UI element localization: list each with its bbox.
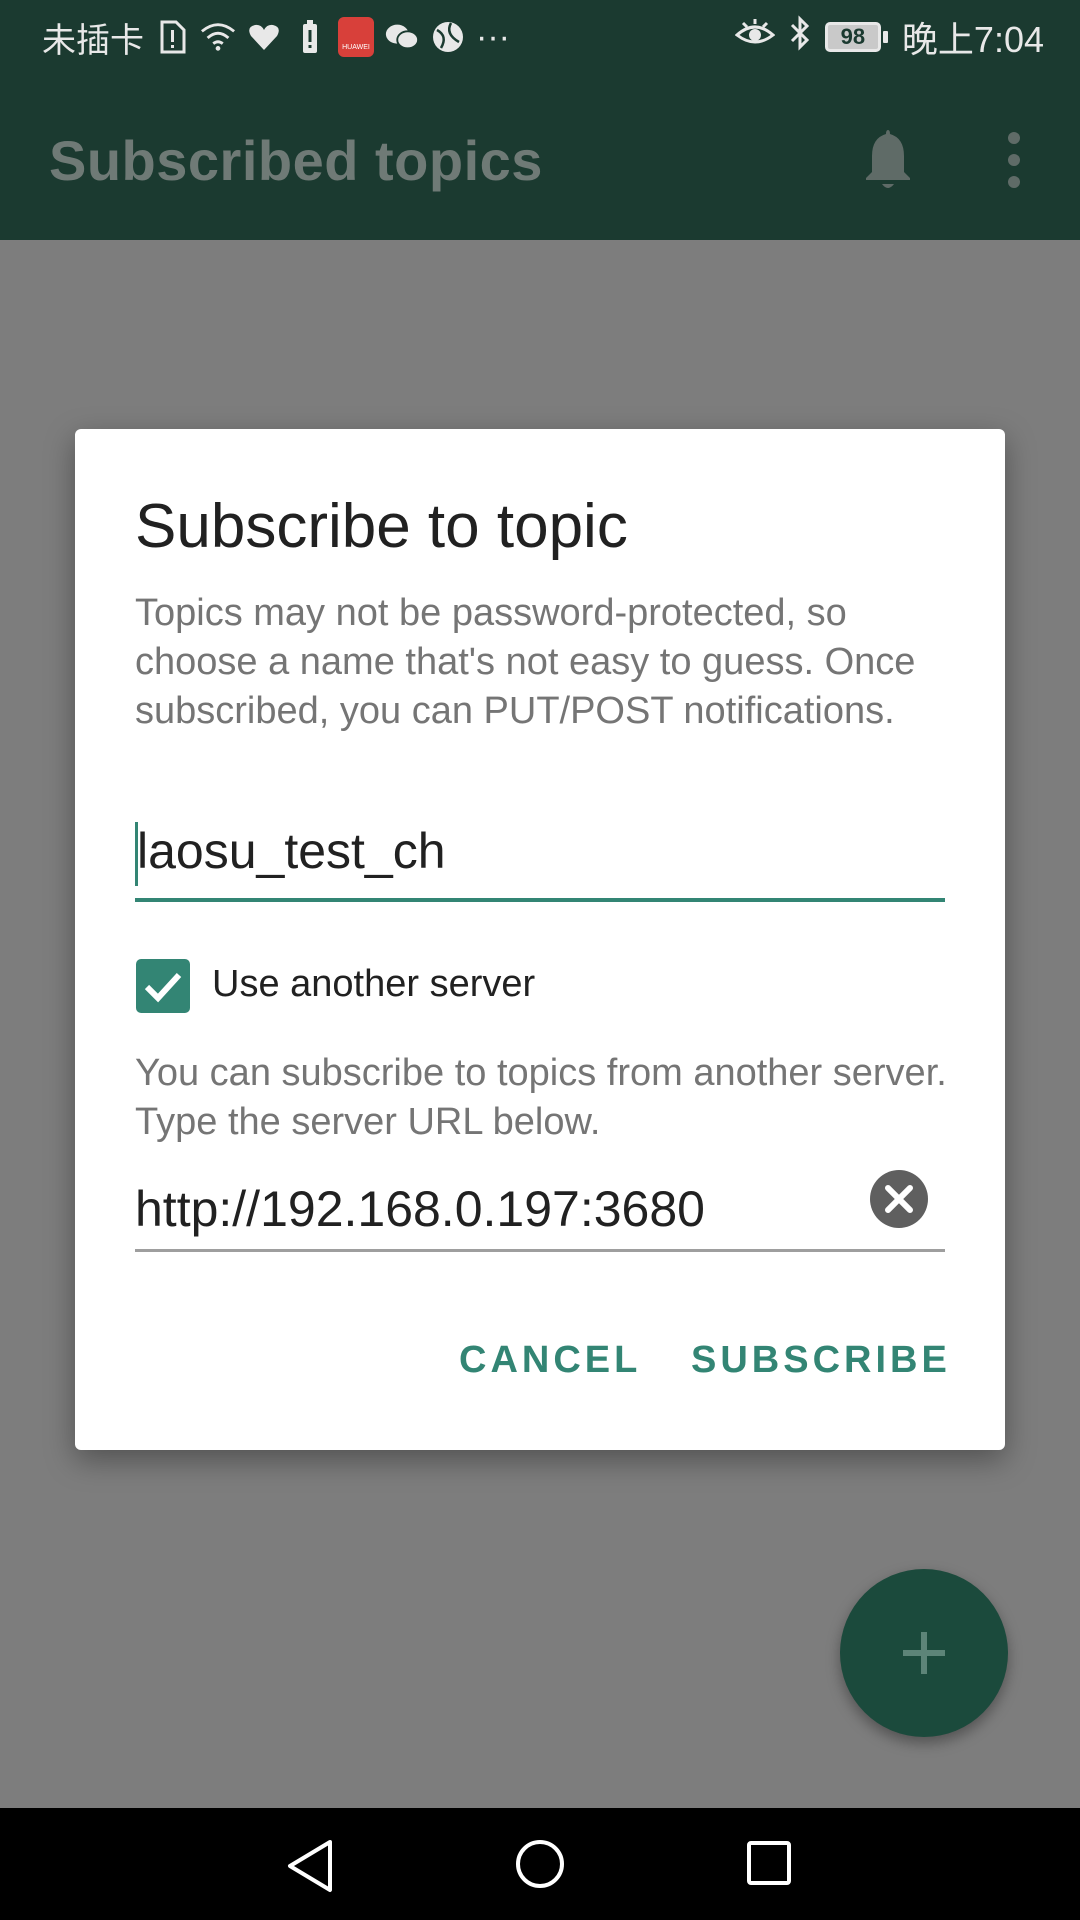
status-bar: 未插卡 HUAWEI ··· 98 晚上7:04 [0, 0, 1080, 74]
bell-icon[interactable] [860, 126, 916, 192]
bluetooth-icon [789, 14, 811, 60]
huawei-app-icon: HUAWEI [338, 17, 374, 57]
server-url-value: http://192.168.0.197:3680 [135, 1181, 705, 1237]
topic-name-value: laosu_test_ch [137, 823, 446, 879]
use-another-server-checkbox[interactable] [136, 959, 190, 1013]
clear-icon[interactable] [869, 1169, 929, 1229]
sim-alert-icon [154, 19, 190, 55]
add-icon [903, 1632, 945, 1674]
server-description: You can subscribe to topics from another… [135, 1052, 947, 1143]
battery-level: 98 [824, 22, 881, 52]
more-vert-icon[interactable] [1000, 130, 1028, 190]
checkmark-icon [144, 972, 182, 1003]
server-url-input[interactable]: http://192.168.0.197:3680 [135, 1164, 945, 1252]
heart-icon [246, 19, 282, 55]
eye-icon [734, 16, 776, 58]
status-bar-left: 未插卡 HUAWEI ··· [42, 14, 510, 60]
home-icon[interactable] [514, 1838, 566, 1890]
topic-name-input[interactable]: laosu_test_ch [135, 814, 945, 902]
subscribe-dialog: Subscribe to topic Topics may not be pas… [75, 429, 1005, 1450]
battery-icon: 98 [824, 22, 888, 52]
add-topic-button[interactable] [840, 1569, 1008, 1737]
wifi-icon [200, 19, 236, 55]
battery-tip [882, 31, 888, 43]
more-notifications: ··· [476, 17, 510, 56]
recents-icon[interactable] [746, 1840, 792, 1886]
cancel-button[interactable]: CANCEL [459, 1339, 641, 1382]
battery-alert-icon [292, 19, 328, 55]
dialog-title: Subscribe to topic [135, 492, 628, 561]
use-another-server-label[interactable]: Use another server [212, 963, 535, 1006]
dialog-description: Topics may not be password-protected, so… [135, 592, 916, 732]
carrier-text: 未插卡 [42, 21, 144, 60]
globe-icon [430, 19, 466, 55]
status-bar-right: 98 晚上7:04 [734, 14, 1044, 60]
subscribe-button[interactable]: SUBSCRIBE [691, 1339, 951, 1382]
back-icon[interactable] [284, 1838, 336, 1894]
page-title: Subscribed topics [49, 129, 543, 192]
wechat-icon [384, 19, 420, 55]
clock-time: 晚上7:04 [901, 19, 1044, 60]
